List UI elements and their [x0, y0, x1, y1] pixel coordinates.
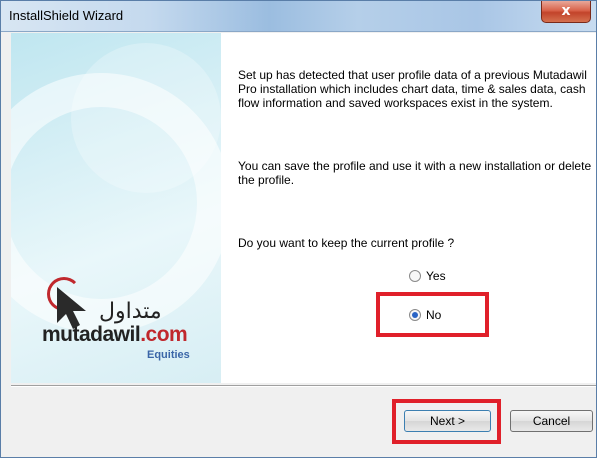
logo-name-main: mutadawil	[42, 323, 141, 346]
next-button[interactable]: Next >	[404, 410, 491, 432]
window-title: InstallShield Wizard	[9, 8, 124, 23]
close-button[interactable]: x	[541, 1, 591, 23]
cancel-button[interactable]: Cancel	[510, 410, 593, 432]
radio-yes[interactable]	[409, 270, 421, 282]
logo-wordmark: mutadawil.com	[42, 323, 188, 347]
button-bar-divider	[11, 385, 596, 387]
installshield-wizard-window: InstallShield Wizard x متداول mutadawil.…	[0, 0, 597, 458]
option-yes-label: Yes	[426, 269, 446, 283]
option-no[interactable]: No	[409, 308, 441, 322]
option-yes[interactable]: Yes	[409, 269, 446, 283]
logo-arabic-text: متداول	[99, 299, 162, 324]
mutadawil-logo: متداول mutadawil.com Equities	[39, 277, 219, 377]
title-bar[interactable]: InstallShield Wizard x	[1, 1, 596, 32]
logo-name-suffix: .com	[140, 323, 188, 346]
detection-message: Set up has detected that user profile da…	[238, 68, 587, 110]
keep-profile-question: Do you want to keep the current profile …	[238, 236, 455, 250]
wizard-content: Set up has detected that user profile da…	[221, 33, 596, 383]
logo-subtitle: Equities	[147, 349, 190, 361]
wizard-side-banner: متداول mutadawil.com Equities	[11, 33, 221, 383]
save-profile-message: You can save the profile and use it with…	[238, 159, 592, 187]
radio-no[interactable]	[409, 309, 421, 321]
option-no-label: No	[426, 308, 442, 322]
